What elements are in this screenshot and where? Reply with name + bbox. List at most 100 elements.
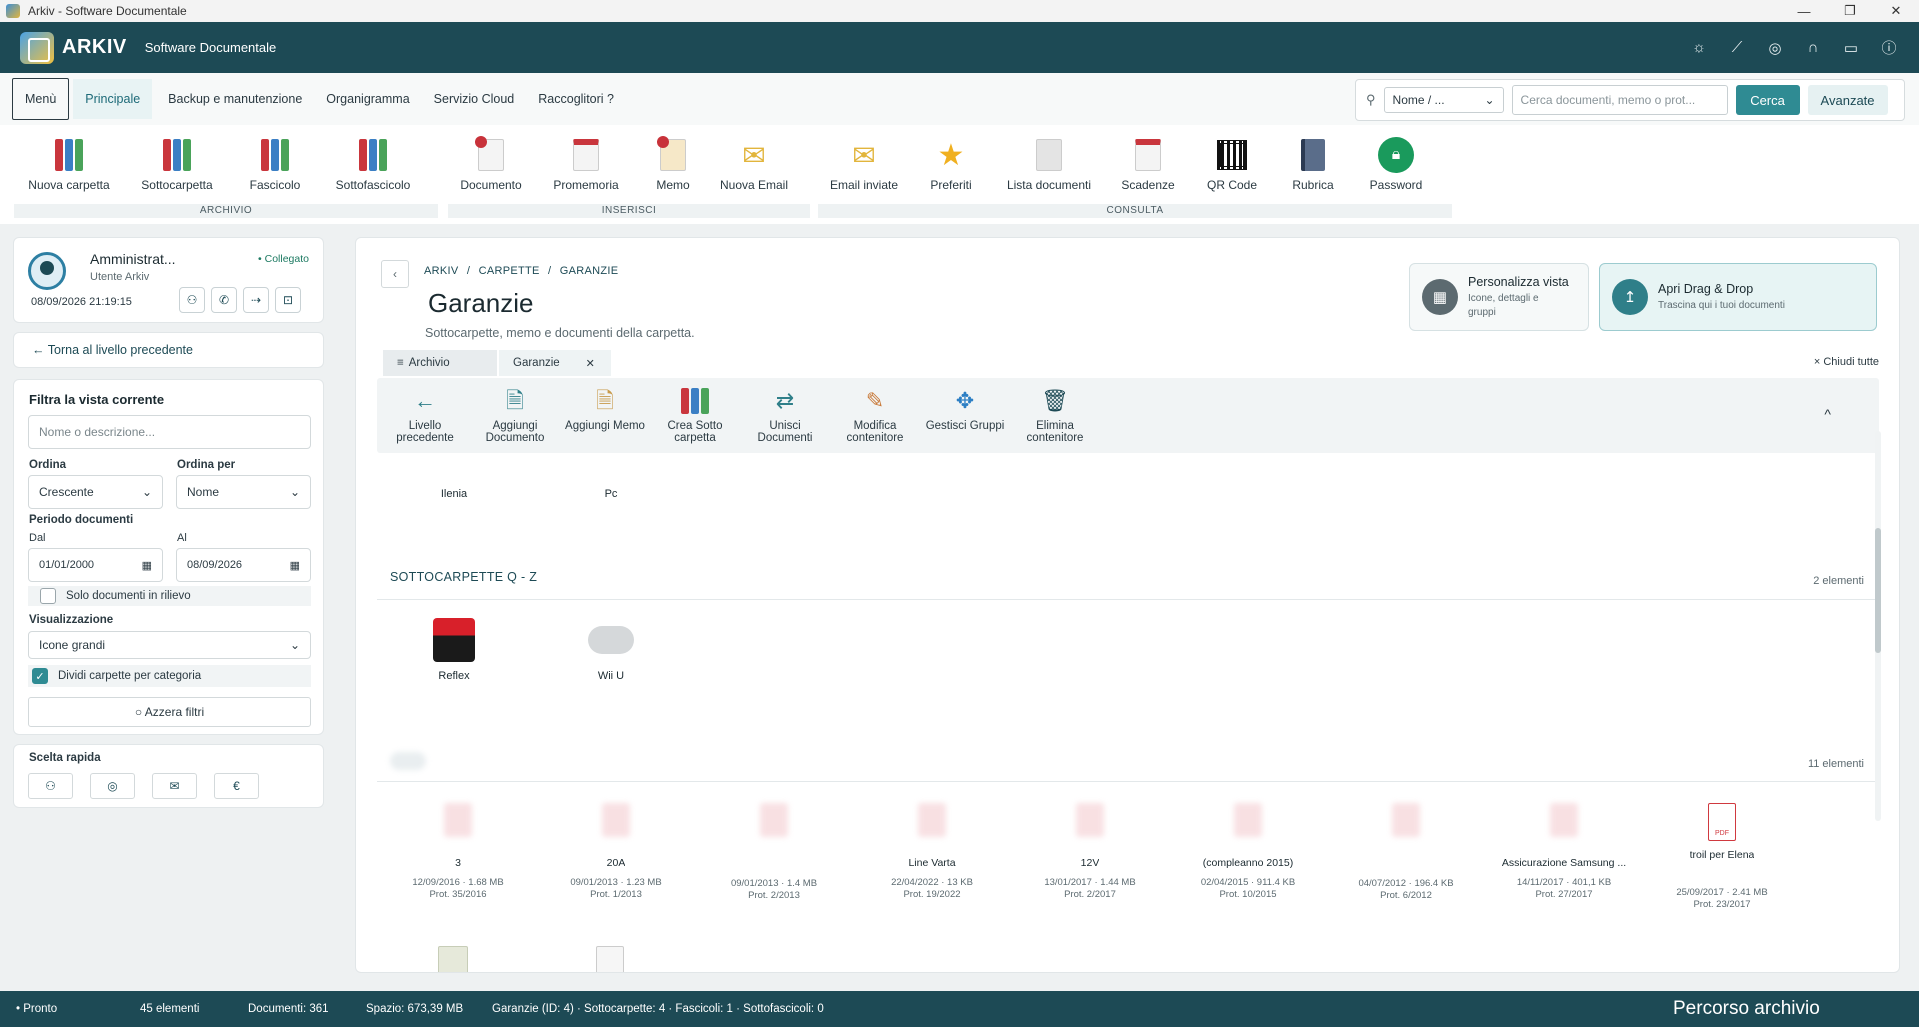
tab-garanzie-label: Garanzie — [513, 357, 560, 369]
merge-documents-action[interactable]: ⇄ Unisci Documenti — [745, 386, 825, 445]
new-document-button[interactable]: Documento — [448, 136, 534, 192]
delete-container-action[interactable]: 🗑︎ Elimina contenitore — [1015, 386, 1095, 445]
breadcrumb-garanzie[interactable]: GARANZIE — [560, 265, 619, 277]
deadlines-button[interactable]: Scadenze — [1105, 137, 1191, 192]
drag-drop-button[interactable]: ↥ Apri Drag & Drop Trascina qui i tuoi d… — [1599, 263, 1877, 331]
order-select[interactable]: Crescente ⌄ — [28, 475, 163, 509]
back-chevron-button[interactable]: ‹ — [381, 260, 409, 288]
document-name: 20A — [606, 857, 626, 869]
globe-icon[interactable]: ◎ — [1765, 39, 1785, 57]
euro-icon[interactable]: € — [214, 773, 259, 799]
tab-organigramma[interactable]: Organigramma — [314, 79, 421, 119]
fascicolo-button[interactable]: Fascicolo — [232, 137, 318, 192]
folder-item[interactable]: Ilenia — [409, 488, 499, 500]
customize-view-button[interactable]: ▦ Personalizza vista Icone, dettagli e g… — [1409, 263, 1589, 331]
advanced-search-button[interactable]: Avanzate — [1807, 85, 1888, 115]
highlight-only-row[interactable]: Solo documenti in rilievo — [28, 586, 311, 606]
document-item[interactable]: 20A 09/01/2013 · 1.23 MB Prot. 1/2013 — [541, 803, 691, 901]
folder-wii-u[interactable]: Wii U — [566, 618, 656, 682]
document-item[interactable]: 12V 13/01/2017 · 1.44 MB Prot. 2/2017 — [1015, 803, 1165, 901]
manage-groups-action[interactable]: ✥ Gestisci Gruppi — [925, 386, 1005, 433]
lock-icon[interactable]: ⊡ — [275, 287, 301, 313]
folder-reflex[interactable]: Reflex — [409, 618, 499, 682]
search-bar: ⚲ Nome / ... ⌄ Cerca documenti, memo o p… — [1355, 79, 1905, 121]
mail-icon[interactable]: ✉ — [152, 773, 197, 799]
tab-backup[interactable]: Backup e manutenzione — [156, 79, 314, 119]
view-select[interactable]: Icone grandi ⌄ — [28, 631, 311, 659]
theme-sun-icon[interactable]: ☼ — [1689, 39, 1709, 56]
new-folder-button[interactable]: Nuova carpetta — [26, 137, 112, 192]
contacts-icon[interactable]: ⚇ — [28, 773, 73, 799]
document-item[interactable]: Line Varta 22/04/2022 · 13 KB Prot. 19/202… — [857, 803, 1007, 901]
lock-icon: 🔒︎ — [1378, 137, 1414, 173]
split-by-category-row[interactable]: ✓ Dividi carpette per categoria — [28, 665, 311, 687]
binder-red-icon — [51, 137, 87, 173]
edit-container-action[interactable]: ✎ Modifica contenitore — [835, 386, 915, 445]
stats-chart-icon[interactable]: ⟋ — [1727, 39, 1747, 56]
subfolder-button[interactable]: Sottocarpetta — [134, 137, 220, 192]
tab-menu[interactable]: Menù — [12, 78, 70, 120]
document-list-button[interactable]: Lista documenti — [1006, 137, 1092, 192]
tab-servizio-cloud[interactable]: Servizio Cloud — [422, 79, 527, 119]
filter-name-input[interactable]: Nome o descrizione... — [28, 415, 311, 449]
archive-path-button[interactable]: Percorso archivio — [1673, 998, 1820, 1020]
favorites-button[interactable]: ★ Preferiti — [908, 137, 994, 193]
search-input[interactable]: Cerca documenti, memo o prot... — [1511, 85, 1728, 115]
support-headset-icon[interactable]: ∩ — [1803, 39, 1823, 56]
reminder-button[interactable]: Promemoria — [543, 137, 629, 192]
switch-user-icon[interactable]: ⇢ — [243, 287, 269, 313]
merge-documents-label: Unisci Documenti — [757, 420, 813, 444]
search-button[interactable]: Cerca — [1735, 85, 1800, 115]
breadcrumb-carpette[interactable]: CARPETTE — [479, 265, 540, 277]
back-level-link[interactable]: ← Torna al livello precedente — [13, 332, 324, 368]
address-book-button[interactable]: Rubrica — [1270, 137, 1356, 192]
phone-icon[interactable]: ✆ — [211, 287, 237, 313]
calendar-icon[interactable]: ▦ — [290, 559, 300, 572]
globe-icon[interactable]: ◎ — [90, 773, 135, 799]
create-subfolder-action[interactable]: Crea Sotto carpetta — [655, 386, 735, 444]
close-tab-icon[interactable]: ✕ — [586, 357, 595, 370]
tab-archivio[interactable]: ≡ Archivio — [383, 350, 497, 376]
tab-garanzie[interactable]: Garanzie ✕ — [499, 350, 611, 376]
collapse-chevron-icon[interactable]: ^ — [1824, 406, 1831, 422]
users-icon[interactable]: ⚇ — [179, 287, 205, 313]
reset-filters-button[interactable]: ○ Azzera filtri — [28, 697, 311, 727]
sottofascicolo-button[interactable]: Sottofascicolo — [330, 137, 416, 192]
tab-principale[interactable]: Principale — [73, 79, 153, 119]
new-email-button[interactable]: ✉ Nuova Email — [711, 137, 797, 193]
tab-raccoglitori[interactable]: Raccoglitori ? — [526, 79, 626, 119]
date-from-input[interactable]: 01/01/2000 ▦ — [28, 548, 163, 582]
minimize-icon[interactable]: — — [1781, 0, 1827, 22]
add-memo-action[interactable]: 🗎︎ Aggiungi Memo — [565, 386, 645, 433]
folder-item[interactable]: Pc — [566, 488, 656, 500]
deadlines-label: Scadenze — [1121, 178, 1175, 192]
scrollbar-thumb[interactable] — [1875, 528, 1881, 653]
chat-icon[interactable]: ▭ — [1841, 39, 1861, 57]
document-item[interactable]: (compleanno 2015) 02/04/2015 · 911.4 KB Pr… — [1173, 803, 1323, 901]
password-button[interactable]: 🔒︎ Password — [1353, 137, 1439, 192]
memo-button[interactable]: Memo — [630, 136, 716, 192]
sent-email-button[interactable]: ✉ Email inviate — [821, 137, 907, 193]
document-item[interactable]: 3 12/09/2016 · 1.68 MB Prot. 35/2016 — [383, 803, 533, 901]
close-all-tabs-button[interactable]: × Chiudi tutte — [1814, 356, 1879, 368]
calendar-icon[interactable]: ▦ — [142, 559, 152, 572]
document-meta: 14/11/2017 · 401,1 KB — [1516, 877, 1612, 888]
document-item[interactable]: 04/07/2012 · 196.4 KB Prot. 6/2012 — [1331, 803, 1481, 902]
document-item[interactable]: PDF troil per Elena 25/09/2017 · 2.41 MB… — [1647, 803, 1797, 911]
split-by-category-checkbox[interactable]: ✓ — [32, 668, 48, 684]
document-item[interactable]: 09/01/2013 · 1.4 MB Prot. 2/2013 — [699, 803, 849, 902]
restore-icon[interactable]: ❐ — [1827, 0, 1873, 22]
qr-code-button[interactable]: QR Code — [1189, 137, 1275, 192]
breadcrumb-arkiv[interactable]: ARKIV — [424, 265, 459, 277]
binder-icon — [681, 386, 709, 416]
document-item[interactable]: Assicurazione Samsung ... 14/11/2017 · 40… — [1489, 803, 1639, 901]
prev-level-action[interactable]: ← Livello precedente — [385, 386, 465, 445]
info-icon[interactable]: ⓘ — [1879, 37, 1899, 58]
search-mode-select[interactable]: Nome / ... ⌄ — [1383, 87, 1504, 113]
order-by-select[interactable]: Nome ⌄ — [176, 475, 311, 509]
quick-choice-title: Scelta rapida — [29, 752, 101, 764]
highlight-only-checkbox[interactable] — [40, 588, 56, 604]
date-to-input[interactable]: 08/09/2026 ▦ — [176, 548, 311, 582]
add-document-action[interactable]: 🗎︎ Aggiungi Documento — [475, 386, 555, 445]
close-icon[interactable]: ✕ — [1873, 0, 1919, 22]
